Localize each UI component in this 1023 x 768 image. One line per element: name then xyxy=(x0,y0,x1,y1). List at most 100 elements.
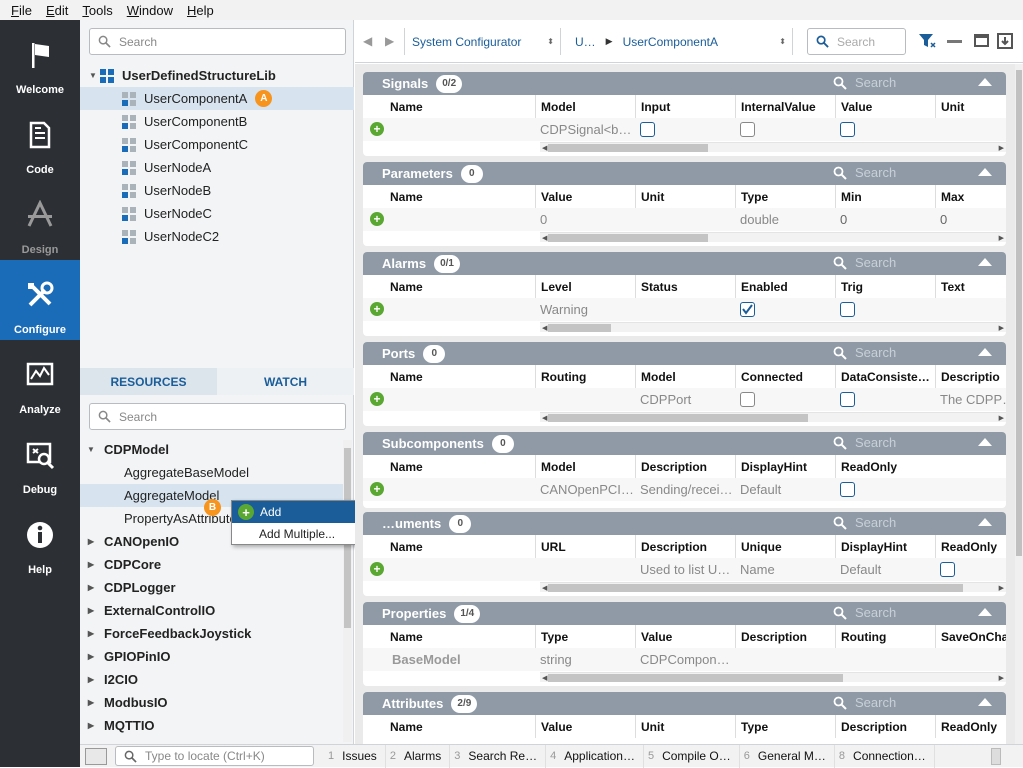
add-row-icon[interactable]: + xyxy=(370,212,384,226)
chevron-right-icon[interactable]: ▶ xyxy=(84,675,98,684)
status-tab[interactable]: 6 General M… xyxy=(744,744,835,768)
column-header[interactable]: Routing xyxy=(835,625,935,648)
horizontal-scrollbar[interactable]: ◀ ▶ xyxy=(540,412,1006,422)
status-tab[interactable]: 8 Connection… xyxy=(839,744,935,768)
column-header[interactable]: Min xyxy=(835,185,935,208)
column-header[interactable]: Name xyxy=(385,625,535,648)
resource-group[interactable]: ▶ ForceFeedbackJoystick xyxy=(80,622,344,645)
chevron-right-icon[interactable]: ▶ xyxy=(84,537,98,546)
maximize-icon[interactable] xyxy=(974,34,989,47)
nav-debug[interactable]: Debug xyxy=(0,420,80,500)
menu-window[interactable]: Window xyxy=(120,3,180,18)
resource-group[interactable]: ▶ I2CIO xyxy=(80,668,344,691)
chevron-down-icon[interactable]: ▼ xyxy=(84,445,98,454)
section-search-input[interactable]: Search xyxy=(833,165,896,180)
nav-help[interactable]: Help xyxy=(0,500,80,580)
checkbox-box[interactable] xyxy=(940,562,955,577)
column-header[interactable]: Type xyxy=(735,715,835,738)
section-header[interactable]: Signals 0/2 Search xyxy=(363,72,1006,95)
column-header[interactable]: Value xyxy=(535,715,635,738)
column-header[interactable]: DataConsiste… xyxy=(835,365,935,388)
menu-edit[interactable]: Edit xyxy=(39,3,75,18)
checkbox-box[interactable] xyxy=(840,302,855,317)
column-header[interactable]: Descriptio xyxy=(935,365,1006,388)
checkbox[interactable] xyxy=(835,118,935,141)
scroll-thumb[interactable] xyxy=(548,674,843,682)
collapse-icon[interactable] xyxy=(978,518,992,526)
checkbox[interactable] xyxy=(835,298,935,321)
scroll-left-icon[interactable]: ◀ xyxy=(542,144,547,152)
scroll-left-icon[interactable]: ◀ xyxy=(542,414,547,422)
checkbox-box[interactable] xyxy=(840,392,855,407)
tree-item[interactable]: UserComponentB xyxy=(80,110,354,133)
section-search-input[interactable]: Search xyxy=(833,515,896,530)
column-header[interactable]: Name xyxy=(385,185,535,208)
scroll-right-icon[interactable]: ▶ xyxy=(999,674,1004,682)
chevron-right-icon[interactable]: ▶ xyxy=(84,560,98,569)
menu-file[interactable]: File xyxy=(4,3,39,18)
column-header[interactable]: Routing xyxy=(535,365,635,388)
collapse-icon[interactable] xyxy=(978,168,992,176)
chevron-right-icon[interactable]: ▶ xyxy=(84,606,98,615)
chevron-down-icon[interactable]: ▼ xyxy=(86,71,100,80)
collapse-icon[interactable] xyxy=(978,698,992,706)
section-search-input[interactable]: Search xyxy=(833,435,896,450)
column-header[interactable]: InternalValue xyxy=(735,95,835,118)
scroll-thumb[interactable] xyxy=(548,324,611,332)
collapse-icon[interactable] xyxy=(978,78,992,86)
locate-input[interactable]: Type to locate (Ctrl+K) xyxy=(115,746,314,766)
horizontal-scrollbar[interactable]: ◀ ▶ xyxy=(540,232,1006,242)
minimize-icon[interactable] xyxy=(947,40,962,43)
checkbox-box[interactable] xyxy=(640,122,655,137)
column-header[interactable]: ReadOnly xyxy=(935,715,1006,738)
chevron-right-icon[interactable]: ▶ xyxy=(84,583,98,592)
section-search-input[interactable]: Search xyxy=(833,695,896,710)
resource-item[interactable]: AggregateBaseModel xyxy=(80,461,344,484)
checkbox-box[interactable] xyxy=(840,122,855,137)
scroll-left-icon[interactable]: ◀ xyxy=(542,584,547,592)
resource-root[interactable]: ▼ CDPModel xyxy=(80,438,344,461)
scroll-thumb[interactable] xyxy=(548,234,708,242)
status-tab[interactable]: 5 Compile O… xyxy=(648,744,740,768)
column-header[interactable]: Text xyxy=(935,275,1006,298)
dock-icon[interactable] xyxy=(997,33,1013,49)
main-scrollbar[interactable] xyxy=(1015,64,1023,744)
scroll-right-icon[interactable]: ▶ xyxy=(999,324,1004,332)
forward-arrow-icon[interactable]: ▶ xyxy=(385,34,394,48)
column-header[interactable]: Status xyxy=(635,275,735,298)
status-tab[interactable]: 1 Issues xyxy=(328,744,386,768)
resource-group[interactable]: ▶ ExternalControlIO xyxy=(80,599,344,622)
horizontal-scrollbar[interactable]: ◀ ▶ xyxy=(540,672,1006,682)
checkbox[interactable] xyxy=(735,388,835,411)
section-search-input[interactable]: Search xyxy=(833,75,896,90)
column-header[interactable]: Name xyxy=(385,95,535,118)
nav-welcome[interactable]: Welcome xyxy=(0,20,80,100)
tree-item[interactable]: UserNodeC xyxy=(80,202,354,225)
collapse-icon[interactable] xyxy=(978,438,992,446)
column-header[interactable]: DisplayHint xyxy=(835,535,935,558)
column-header[interactable]: Trig xyxy=(835,275,935,298)
resource-group[interactable]: ▶ MQTTIO xyxy=(80,714,344,737)
status-scroll-button[interactable] xyxy=(991,748,1001,765)
column-header[interactable]: Description xyxy=(835,715,935,738)
tree-item[interactable]: UserNodeB xyxy=(80,179,354,202)
status-tab[interactable]: 2 Alarms xyxy=(390,744,451,768)
column-header[interactable]: URL xyxy=(535,535,635,558)
column-header[interactable]: Input xyxy=(635,95,735,118)
tree-item[interactable]: UserComponentC xyxy=(80,133,354,156)
tree-item[interactable]: UserComponentA A xyxy=(80,87,354,110)
column-header[interactable]: ReadOnly xyxy=(935,535,1006,558)
tree-item[interactable]: UserNodeA xyxy=(80,156,354,179)
resource-group[interactable]: ▶ ModbusIO xyxy=(80,691,344,714)
scroll-right-icon[interactable]: ▶ xyxy=(999,234,1004,242)
tree-search-input[interactable]: Search xyxy=(89,28,346,55)
collapse-icon[interactable] xyxy=(978,608,992,616)
column-header[interactable]: Name xyxy=(385,535,535,558)
checkbox[interactable] xyxy=(835,478,935,501)
column-header[interactable]: Type xyxy=(735,185,835,208)
section-header[interactable]: Properties 1/4 Search xyxy=(363,602,1006,625)
resource-group[interactable]: ▶ CDPCore xyxy=(80,553,344,576)
column-header[interactable]: DisplayHint xyxy=(735,455,835,478)
column-header[interactable]: Type xyxy=(535,625,635,648)
scroll-left-icon[interactable]: ◀ xyxy=(542,324,547,332)
